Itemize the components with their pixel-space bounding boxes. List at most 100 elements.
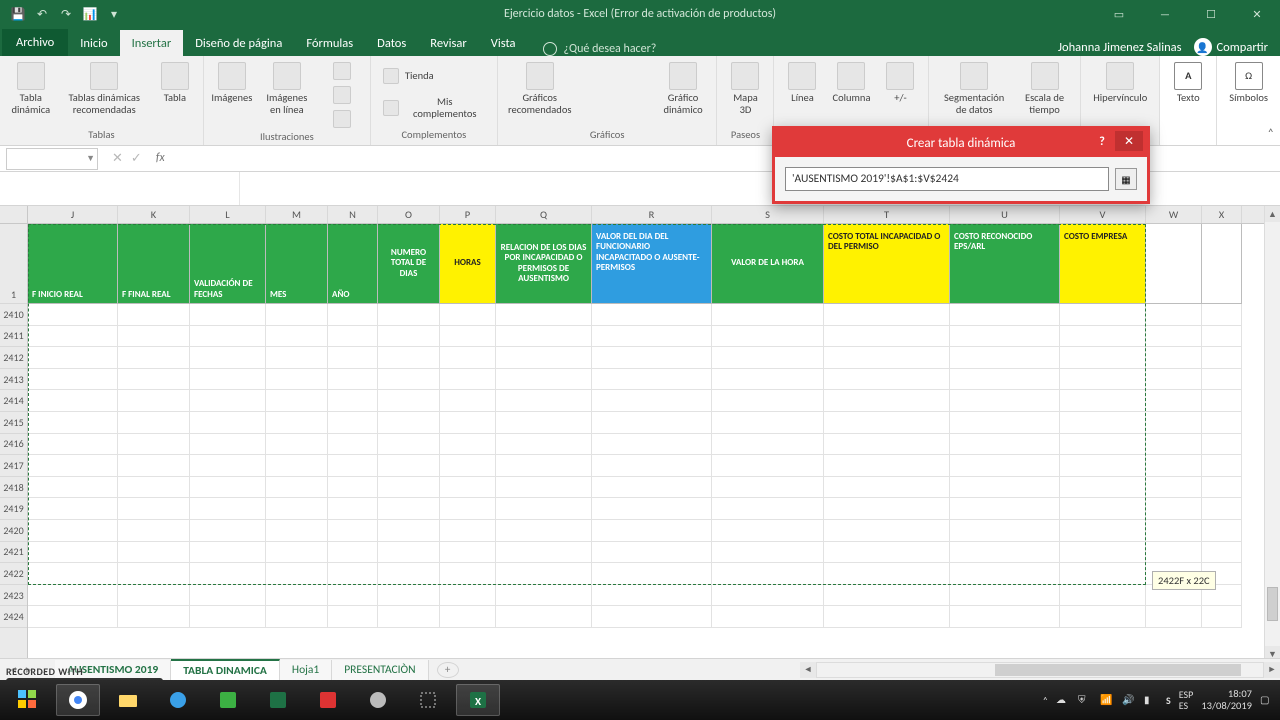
cell[interactable] (266, 412, 328, 434)
cell[interactable] (1146, 390, 1202, 412)
cell[interactable] (328, 520, 378, 542)
cell[interactable] (440, 304, 496, 326)
pivot-table-button[interactable]: Tabla dinámica (8, 60, 54, 117)
tray-battery-icon[interactable]: ▮ (1144, 693, 1158, 707)
cell[interactable] (496, 542, 592, 564)
tab-diseno[interactable]: Diseño de página (183, 30, 294, 56)
cell[interactable] (190, 520, 266, 542)
cell[interactable] (28, 434, 118, 456)
cell[interactable] (28, 326, 118, 348)
cell[interactable] (712, 326, 824, 348)
cell[interactable] (118, 498, 190, 520)
cell[interactable] (496, 585, 592, 607)
cell[interactable] (118, 455, 190, 477)
cell[interactable] (1060, 347, 1146, 369)
cell[interactable] (496, 563, 592, 585)
cell[interactable] (118, 304, 190, 326)
col-header[interactable]: S (712, 206, 824, 223)
cell[interactable] (1146, 369, 1202, 391)
tab-file[interactable]: Archivo (2, 29, 68, 56)
timeline-button[interactable]: Escala de tiempo (1017, 60, 1072, 117)
cell[interactable] (496, 326, 592, 348)
cell[interactable] (824, 498, 950, 520)
cell[interactable] (118, 326, 190, 348)
cell[interactable] (950, 412, 1060, 434)
spark-line-button[interactable]: Línea (782, 60, 822, 106)
cell[interactable] (328, 326, 378, 348)
cell[interactable] (378, 412, 440, 434)
chart-icon[interactable]: 📊 (82, 6, 98, 22)
cell[interactable] (496, 412, 592, 434)
cell[interactable] (950, 498, 1060, 520)
cell[interactable] (1060, 563, 1146, 585)
cell[interactable] (950, 304, 1060, 326)
smartart-icon[interactable] (322, 84, 362, 106)
cell[interactable] (28, 542, 118, 564)
cell[interactable] (266, 585, 328, 607)
col-header[interactable]: P (440, 206, 496, 223)
tray-skype-icon[interactable]: S (1166, 694, 1171, 707)
row-header[interactable]: 2424 (0, 606, 27, 628)
cell[interactable] (190, 326, 266, 348)
cell[interactable] (378, 369, 440, 391)
cell[interactable] (950, 542, 1060, 564)
cell[interactable] (1060, 412, 1146, 434)
recommended-pivot-button[interactable]: Tablas dinámicas recomendadas (60, 60, 149, 117)
close-icon[interactable]: ✕ (1234, 0, 1280, 28)
cell[interactable] (190, 477, 266, 499)
cell[interactable] (328, 369, 378, 391)
cell[interactable] (824, 477, 950, 499)
cell[interactable] (496, 434, 592, 456)
cell[interactable] (440, 369, 496, 391)
row-header[interactable]: 1 (0, 224, 27, 304)
cell[interactable] (266, 606, 328, 628)
tray-date[interactable]: 13/08/2019 (1201, 700, 1252, 712)
cell[interactable] (328, 390, 378, 412)
cell[interactable] (1060, 498, 1146, 520)
cell[interactable] (440, 347, 496, 369)
cell[interactable] (950, 455, 1060, 477)
store-button[interactable]: Tienda (379, 66, 489, 86)
cell[interactable] (266, 369, 328, 391)
cell[interactable] (496, 304, 592, 326)
cell[interactable] (712, 563, 824, 585)
cell[interactable] (190, 434, 266, 456)
chart-type-icon[interactable] (580, 85, 600, 101)
cell[interactable] (1146, 304, 1202, 326)
undo-icon[interactable]: ↶ (34, 6, 50, 22)
cell[interactable] (266, 498, 328, 520)
redo-icon[interactable]: ↷ (58, 6, 74, 22)
cell[interactable] (712, 369, 824, 391)
cell[interactable] (190, 563, 266, 585)
cell[interactable] (1060, 455, 1146, 477)
cell[interactable] (496, 455, 592, 477)
maximize-icon[interactable]: ☐ (1188, 0, 1234, 28)
cell[interactable] (378, 520, 440, 542)
worksheet-grid[interactable]: 1 24102411241224132414241524162417241824… (0, 206, 1280, 662)
cell[interactable] (190, 585, 266, 607)
online-images-button[interactable]: Imágenes en línea (258, 60, 316, 117)
cell[interactable] (496, 347, 592, 369)
cell[interactable] (378, 542, 440, 564)
cell[interactable] (378, 606, 440, 628)
spark-col-button[interactable]: Columna (828, 60, 874, 106)
cell[interactable] (28, 563, 118, 585)
cell[interactable] (950, 390, 1060, 412)
col-header[interactable]: X (1202, 206, 1242, 223)
row-header[interactable]: 2413 (0, 369, 27, 391)
horizontal-scrollbar[interactable]: ◄ ► (800, 662, 1280, 678)
cell[interactable] (440, 542, 496, 564)
cell[interactable] (592, 585, 712, 607)
row-header[interactable]: 2414 (0, 390, 27, 412)
cell[interactable] (378, 477, 440, 499)
cell[interactable] (1060, 606, 1146, 628)
addins-button[interactable]: Mis complementos (379, 94, 489, 121)
cell[interactable] (28, 347, 118, 369)
cell[interactable] (118, 347, 190, 369)
dialog-close-icon[interactable]: ✕ (1115, 131, 1143, 151)
chart-type-icon[interactable] (580, 106, 600, 122)
cell[interactable] (592, 434, 712, 456)
cell[interactable] (118, 369, 190, 391)
cell[interactable] (712, 390, 824, 412)
cell[interactable] (118, 542, 190, 564)
